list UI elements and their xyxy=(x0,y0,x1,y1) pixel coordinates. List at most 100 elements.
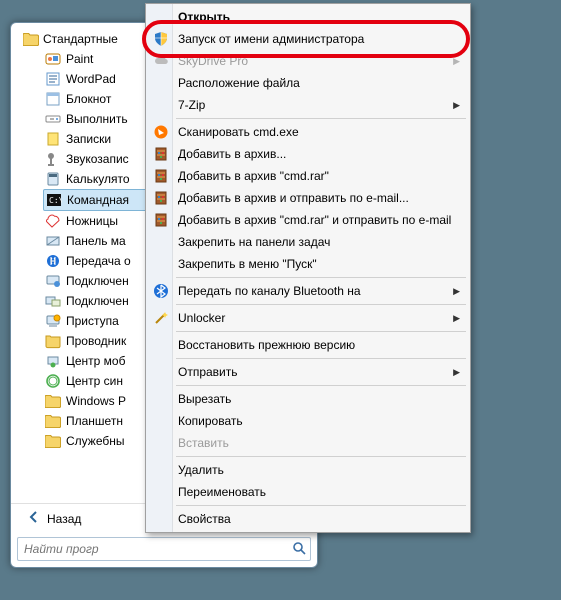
tree-item-label: Передача о xyxy=(66,254,131,268)
tree-item-label: Ножницы xyxy=(66,214,118,228)
menu-item-label: Открыть xyxy=(178,10,230,24)
menu-item-label: Восстановить прежнюю версию xyxy=(178,338,355,352)
menu-item-label: Вставить xyxy=(178,436,229,450)
blank-icon xyxy=(152,461,170,479)
tree-item-label: Центр син xyxy=(66,374,123,388)
menu-separator xyxy=(176,304,466,305)
submenu-arrow-icon: ▶ xyxy=(453,313,460,324)
menu-item[interactable]: Передать по каналу Bluetooth на ▶ xyxy=(148,280,468,302)
menu-item-label: Удалить xyxy=(178,463,224,477)
tree-item-label: Служебны xyxy=(66,434,125,448)
menu-item-label: Unlocker xyxy=(178,311,225,325)
winrar-icon xyxy=(152,189,170,207)
menu-item-label: Вырезать xyxy=(178,392,231,406)
menu-item-label: Отправить xyxy=(178,365,238,379)
menu-item[interactable]: Сканировать cmd.exe xyxy=(148,121,468,143)
search-box[interactable] xyxy=(17,537,311,561)
blank-icon xyxy=(152,434,170,452)
menu-item[interactable]: Вырезать xyxy=(148,388,468,410)
menu-item[interactable]: 7-Zip▶ xyxy=(148,94,468,116)
tree-item-label: Подключен xyxy=(66,294,129,308)
menu-item[interactable]: Удалить xyxy=(148,459,468,481)
tree-item-icon xyxy=(45,51,61,67)
tree-item-label: Панель ма xyxy=(66,234,126,248)
tree-item-label: Подключен xyxy=(66,274,129,288)
tree-item-icon xyxy=(45,353,61,369)
tree-item-label: Windows P xyxy=(66,394,126,408)
menu-separator xyxy=(176,118,466,119)
tree-item-label: Центр моб xyxy=(66,354,125,368)
menu-item[interactable]: Свойства xyxy=(148,508,468,530)
tree-item-icon xyxy=(45,393,61,409)
tree-item-label: WordPad xyxy=(66,72,116,86)
avast-icon xyxy=(152,123,170,141)
submenu-arrow-icon: ▶ xyxy=(453,286,460,297)
menu-item[interactable]: Запуск от имени администратора xyxy=(148,28,468,50)
menu-item-label: Закрепить на панели задач xyxy=(178,235,330,249)
search-icon xyxy=(292,541,306,558)
menu-item[interactable]: Закрепить на панели задач xyxy=(148,231,468,253)
menu-item[interactable]: Добавить в архив "cmd.rar" и отправить п… xyxy=(148,209,468,231)
menu-item[interactable]: Расположение файла xyxy=(148,72,468,94)
tree-item-icon xyxy=(45,233,61,249)
menu-item[interactable]: Закрепить в меню "Пуск" xyxy=(148,253,468,275)
blank-icon xyxy=(152,233,170,251)
menu-separator xyxy=(176,358,466,359)
tree-item-icon xyxy=(45,151,61,167)
bluetooth-icon xyxy=(152,282,170,300)
tree-item-label: Блокнот xyxy=(66,92,111,106)
tree-item-label: Планшетн xyxy=(66,414,123,428)
blank-icon xyxy=(152,483,170,501)
menu-item-label: Копировать xyxy=(178,414,243,428)
menu-item[interactable]: Отправить▶ xyxy=(148,361,468,383)
menu-item-label: Переименовать xyxy=(178,485,266,499)
menu-item-label: Сканировать cmd.exe xyxy=(178,125,299,139)
tree-item-label: Paint xyxy=(66,52,93,66)
tree-item-icon xyxy=(45,333,61,349)
tree-item-icon xyxy=(45,213,61,229)
tree-item-label: Приступа xyxy=(66,314,119,328)
submenu-arrow-icon: ▶ xyxy=(453,100,460,111)
tree-item-icon xyxy=(45,273,61,289)
tree-item-label: Проводник xyxy=(66,334,126,348)
menu-separator xyxy=(176,277,466,278)
wand-icon xyxy=(152,309,170,327)
blank-icon xyxy=(152,255,170,273)
menu-item[interactable]: Копировать xyxy=(148,410,468,432)
tree-item-icon: C:\ xyxy=(46,192,62,208)
context-menu: ОткрытьЗапуск от имени администратораSky… xyxy=(145,3,471,533)
menu-item[interactable]: Unlocker ▶ xyxy=(148,307,468,329)
submenu-arrow-icon: ▶ xyxy=(453,56,460,67)
tree-item-icon xyxy=(45,433,61,449)
menu-item[interactable]: Добавить в архив и отправить по e-mail..… xyxy=(148,187,468,209)
tree-item-icon xyxy=(45,71,61,87)
folder-label: Стандартные xyxy=(43,32,118,46)
tree-item-icon xyxy=(45,313,61,329)
tree-item-label: Калькулято xyxy=(66,172,130,186)
svg-text:C:\: C:\ xyxy=(49,196,62,205)
winrar-icon xyxy=(152,167,170,185)
menu-item[interactable]: Добавить в архив... xyxy=(148,143,468,165)
back-label: Назад xyxy=(47,512,81,526)
menu-item[interactable]: Восстановить прежнюю версию xyxy=(148,334,468,356)
tree-item-icon xyxy=(45,253,61,269)
menu-item: Вставить xyxy=(148,432,468,454)
tree-item-label: Выполнить xyxy=(66,112,128,126)
blank-icon xyxy=(152,510,170,528)
tree-item-label: Звукозапис xyxy=(66,152,129,166)
winrar-icon xyxy=(152,211,170,229)
menu-separator xyxy=(176,331,466,332)
menu-item[interactable]: Добавить в архив "cmd.rar" xyxy=(148,165,468,187)
menu-item-label: Передать по каналу Bluetooth на xyxy=(178,284,361,298)
tree-item-label: Записки xyxy=(66,132,111,146)
cloud-icon xyxy=(152,52,170,70)
blank-icon xyxy=(152,8,170,26)
tree-item-icon xyxy=(45,373,61,389)
menu-item[interactable]: Переименовать xyxy=(148,481,468,503)
menu-item[interactable]: Открыть xyxy=(148,6,468,28)
search-input[interactable] xyxy=(22,541,292,557)
winrar-icon xyxy=(152,145,170,163)
tree-item-icon xyxy=(45,293,61,309)
menu-item-label: Запуск от имени администратора xyxy=(178,32,364,46)
blank-icon xyxy=(152,363,170,381)
